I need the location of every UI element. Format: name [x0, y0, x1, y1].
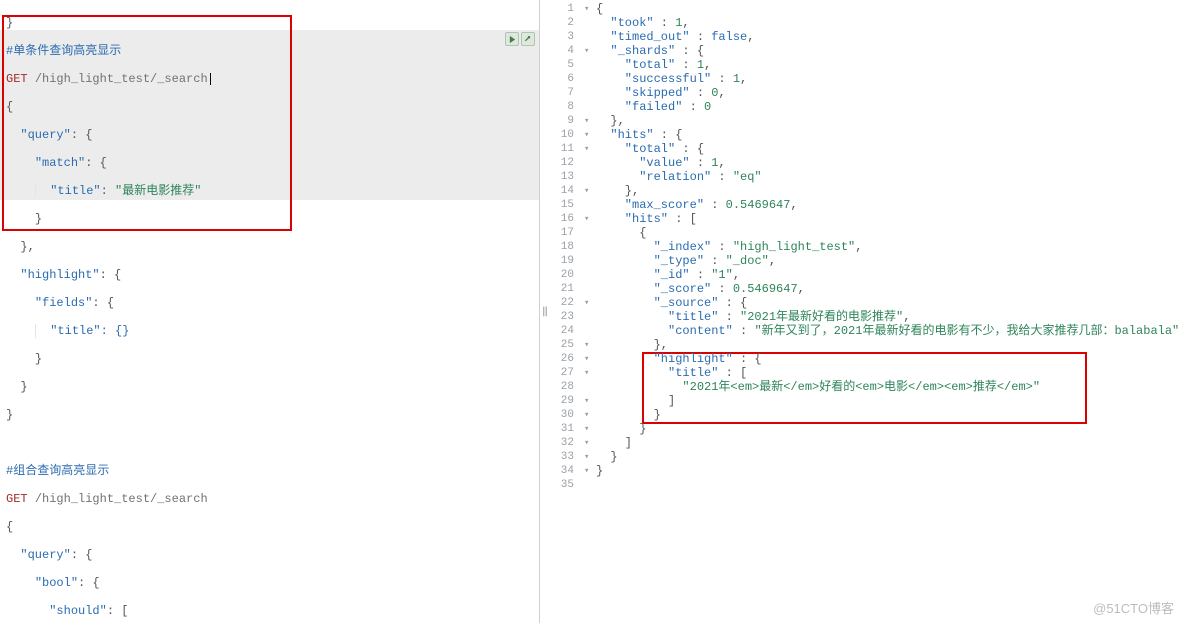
- response-line: 16▾ "hits" : [: [548, 212, 1184, 226]
- response-line: 35: [548, 478, 1184, 492]
- response-line: 24 "content" : "新年又到了，2021年最新好看的电影有不少，我给…: [548, 324, 1184, 338]
- http-method-2: GET: [6, 492, 28, 506]
- app-root: } #单条件查询高亮显示 GET /high_light_test/_searc…: [0, 0, 1184, 623]
- response-line: 18 "_index" : "high_light_test",: [548, 240, 1184, 254]
- request-editor-pane: } #单条件查询高亮显示 GET /high_light_test/_searc…: [0, 0, 540, 623]
- response-line: 10▾ "hits" : {: [548, 128, 1184, 142]
- request-path: /high_light_test/_search: [35, 72, 208, 86]
- splitter-grip-icon: ‖: [542, 306, 546, 318]
- watermark: @51CTO博客: [1093, 598, 1174, 617]
- response-line: 28 "2021年<em>最新</em>好看的<em>电影</em><em>推荐…: [548, 380, 1184, 394]
- response-line: 1▾{: [548, 2, 1184, 16]
- response-line: 23 "title" : "2021年最新好看的电影推荐",: [548, 310, 1184, 324]
- response-line: 19 "_type" : "_doc",: [548, 254, 1184, 268]
- response-viewer[interactable]: 1▾{2 "took" : 1,3 "timed_out" : false,4▾…: [548, 0, 1184, 492]
- response-line: 20 "_id" : "1",: [548, 268, 1184, 282]
- response-line: 33▾ }: [548, 450, 1184, 464]
- response-line: 9▾ },: [548, 114, 1184, 128]
- response-line: 31▾ }: [548, 422, 1184, 436]
- response-line: 15 "max_score" : 0.5469647,: [548, 198, 1184, 212]
- response-line: 2 "took" : 1,: [548, 16, 1184, 30]
- response-line: 6 "successful" : 1,: [548, 72, 1184, 86]
- response-line: 34▾}: [548, 464, 1184, 478]
- response-line: 4▾ "_shards" : {: [548, 44, 1184, 58]
- response-line: 7 "skipped" : 0,: [548, 86, 1184, 100]
- response-line: 11▾ "total" : {: [548, 142, 1184, 156]
- response-line: 25▾ },: [548, 338, 1184, 352]
- pane-splitter[interactable]: ‖: [540, 0, 548, 623]
- response-line: 12 "value" : 1,: [548, 156, 1184, 170]
- response-pane: 1▾{2 "took" : 1,3 "timed_out" : false,4▾…: [548, 0, 1184, 623]
- response-line: 3 "timed_out" : false,: [548, 30, 1184, 44]
- response-line: 26▾ "highlight" : {: [548, 352, 1184, 366]
- text-caret: [210, 73, 211, 85]
- response-line: 21 "_score" : 0.5469647,: [548, 282, 1184, 296]
- request-editor[interactable]: } #单条件查询高亮显示 GET /high_light_test/_searc…: [0, 0, 539, 623]
- response-line: 5 "total" : 1,: [548, 58, 1184, 72]
- response-line: 17 {: [548, 226, 1184, 240]
- response-line: 30▾ }: [548, 408, 1184, 422]
- response-line: 29▾ ]: [548, 394, 1184, 408]
- comment-combo: #组合查询高亮显示: [6, 464, 109, 478]
- response-line: 8 "failed" : 0: [548, 100, 1184, 114]
- http-method: GET: [6, 72, 28, 86]
- request-path-2: /high_light_test/_search: [35, 492, 208, 506]
- response-line: 22▾ "_source" : {: [548, 296, 1184, 310]
- response-line: 13 "relation" : "eq": [548, 170, 1184, 184]
- response-line: 14▾ },: [548, 184, 1184, 198]
- comment-single: #单条件查询高亮显示: [6, 44, 121, 58]
- response-line: 32▾ ]: [548, 436, 1184, 450]
- response-line: 27▾ "title" : [: [548, 366, 1184, 380]
